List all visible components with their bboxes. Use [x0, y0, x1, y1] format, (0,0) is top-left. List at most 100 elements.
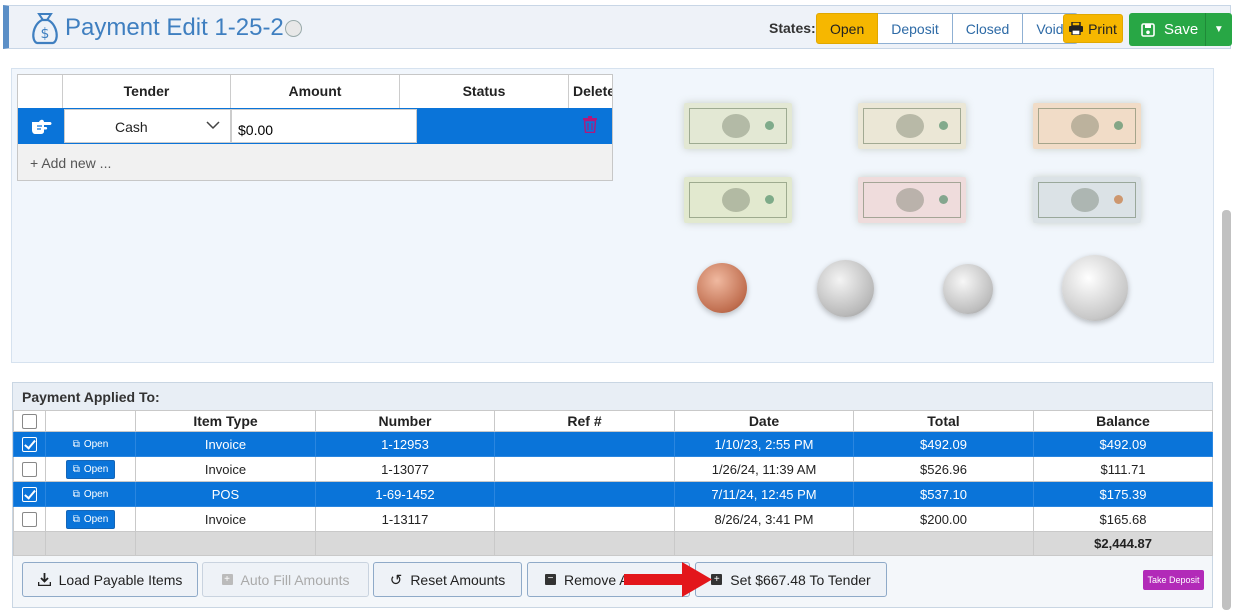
- fifty-dollar-bill[interactable]: [858, 177, 966, 223]
- auto-fill-amounts-button[interactable]: + Auto Fill Amounts: [202, 562, 369, 597]
- svg-text:$: $: [41, 26, 50, 42]
- external-link-icon: ⧉: [72, 513, 80, 525]
- printer-icon: [1069, 22, 1084, 35]
- balance-cell: $492.09: [1033, 431, 1213, 457]
- print-label: Print: [1088, 20, 1117, 37]
- plus-square-icon: +: [221, 574, 233, 585]
- number-cell: 1-13117: [315, 506, 495, 532]
- col-total[interactable]: Total: [853, 410, 1034, 432]
- payment-applied-table: Item Type Number Ref # Date Total Balanc…: [13, 410, 1213, 556]
- money-bag-icon: $: [32, 13, 58, 45]
- ten-dollar-bill[interactable]: [1033, 103, 1141, 149]
- load-payable-items-button[interactable]: Load Payable Items: [22, 562, 198, 597]
- page-title: Payment Edit 1-25-2: [65, 14, 284, 41]
- col-open: [45, 410, 136, 432]
- caret-down-icon: ▼: [1213, 24, 1224, 35]
- external-link-icon: ⧉: [72, 463, 80, 475]
- reset-amounts-button[interactable]: ↺ Reset Amounts: [373, 562, 522, 597]
- external-link-icon: ⧉: [72, 438, 80, 450]
- row-open-cell: ⧉ Open: [45, 431, 136, 457]
- row-open-cell: ⧉ Open: [45, 456, 136, 482]
- tender-col-tender: Tender: [63, 75, 231, 108]
- five-dollar-bill[interactable]: [858, 103, 966, 149]
- page-header: $ Payment Edit 1-25-2 States: Open Depos…: [3, 5, 1232, 49]
- tender-type-select[interactable]: Cash: [64, 109, 231, 143]
- ref-cell: [494, 456, 675, 482]
- penny[interactable]: [697, 263, 747, 313]
- add-new-tender-button[interactable]: + Add new ...: [30, 155, 111, 171]
- dime[interactable]: [943, 264, 993, 314]
- undo-icon: ↺: [389, 571, 403, 589]
- table-row[interactable]: ⧉ Open Invoice 1-13117 8/26/24, 3:41 PM $…: [13, 506, 1213, 532]
- ref-cell: [494, 506, 675, 532]
- select-all-checkbox[interactable]: [22, 414, 37, 430]
- trash-icon[interactable]: [583, 116, 597, 133]
- state-closed-button[interactable]: Closed: [952, 13, 1024, 44]
- page-scrollbar[interactable]: [1222, 210, 1231, 610]
- amount-input[interactable]: [231, 109, 417, 143]
- col-number[interactable]: Number: [315, 410, 495, 432]
- save-button[interactable]: Save ▼: [1129, 13, 1232, 46]
- open-button[interactable]: ⧉ Open: [65, 434, 116, 454]
- item-type-cell: Invoice: [135, 431, 316, 457]
- open-button[interactable]: ⧉ Open: [65, 484, 116, 504]
- tender-col-delete: Delete: [573, 83, 613, 99]
- states-label: States:: [769, 20, 816, 36]
- tender-col-handle: [18, 75, 63, 108]
- item-type-cell: POS: [135, 481, 316, 507]
- set-to-tender-button[interactable]: + Set $667.48 To Tender: [695, 562, 887, 597]
- row-checkbox[interactable]: [22, 462, 37, 478]
- row-open-cell: ⧉ Open: [45, 481, 136, 507]
- table-footer-row: $2,444.87: [13, 531, 1213, 556]
- balance-cell: $111.71: [1033, 456, 1213, 482]
- number-cell: 1-13077: [315, 456, 495, 482]
- row-checkbox[interactable]: [22, 437, 37, 453]
- state-deposit-button[interactable]: Deposit: [878, 13, 953, 44]
- quarter[interactable]: [1062, 255, 1128, 321]
- minus-square-icon: −: [545, 574, 556, 585]
- nickel[interactable]: [817, 260, 874, 317]
- save-dropdown-toggle[interactable]: ▼: [1204, 13, 1232, 46]
- twenty-dollar-bill[interactable]: [684, 177, 792, 223]
- number-cell: 1-69-1452: [315, 481, 495, 507]
- row-handle[interactable]: [18, 108, 63, 144]
- col-date[interactable]: Date: [674, 410, 854, 432]
- col-balance[interactable]: Balance: [1033, 410, 1213, 432]
- row-checkbox[interactable]: [22, 487, 37, 503]
- balance-total: $2,444.87: [1033, 531, 1213, 556]
- total-cell: $526.96: [853, 456, 1034, 482]
- take-deposit-button[interactable]: Take Deposit: [1143, 570, 1204, 590]
- balance-cell: $175.39: [1033, 481, 1213, 507]
- row-open-cell: ⧉ Open: [45, 506, 136, 532]
- table-row[interactable]: ⧉ Open Invoice 1-13077 1/26/24, 11:39 AM …: [13, 456, 1213, 482]
- payment-applied-title: Payment Applied To:: [22, 389, 160, 405]
- select-all-header: [13, 410, 46, 432]
- state-open-button[interactable]: Open: [816, 13, 879, 44]
- item-type-cell: Invoice: [135, 506, 316, 532]
- table-row[interactable]: ⧉ Open POS 1-69-1452 7/11/24, 12:45 PM $5…: [13, 481, 1213, 507]
- external-link-icon: ⧉: [72, 488, 80, 500]
- print-button[interactable]: Print: [1063, 14, 1123, 43]
- row-checkbox[interactable]: [22, 512, 37, 528]
- state-button-group: Open Deposit Closed Void: [816, 13, 1078, 44]
- payment-applied-header: Payment Applied To:: [13, 383, 1212, 411]
- table-row[interactable]: ⧉ Open Invoice 1-12953 1/10/23, 2:55 PM $…: [13, 431, 1213, 457]
- total-cell: $492.09: [853, 431, 1034, 457]
- tender-type-value: Cash: [115, 119, 148, 135]
- col-item-type[interactable]: Item Type: [135, 410, 316, 432]
- camera-icon[interactable]: [285, 20, 302, 37]
- one-dollar-bill[interactable]: [684, 103, 792, 149]
- table-header-row: Item Type Number Ref # Date Total Balanc…: [13, 410, 1213, 432]
- download-icon: [37, 573, 51, 586]
- red-arrow-annotation: [624, 562, 712, 597]
- tender-grid: Tender Amount Status Delete Cash + Add: [17, 74, 613, 181]
- row-checkbox-cell: [13, 456, 46, 482]
- open-button[interactable]: ⧉ Open: [65, 509, 116, 529]
- ref-cell: [494, 431, 675, 457]
- open-button[interactable]: ⧉ Open: [65, 459, 116, 479]
- tender-grid-header: Tender Amount Status Delete: [18, 75, 612, 109]
- hundred-dollar-bill[interactable]: [1033, 177, 1141, 223]
- tender-col-status: Status: [400, 75, 569, 108]
- col-ref[interactable]: Ref #: [494, 410, 675, 432]
- save-label: Save: [1164, 21, 1199, 38]
